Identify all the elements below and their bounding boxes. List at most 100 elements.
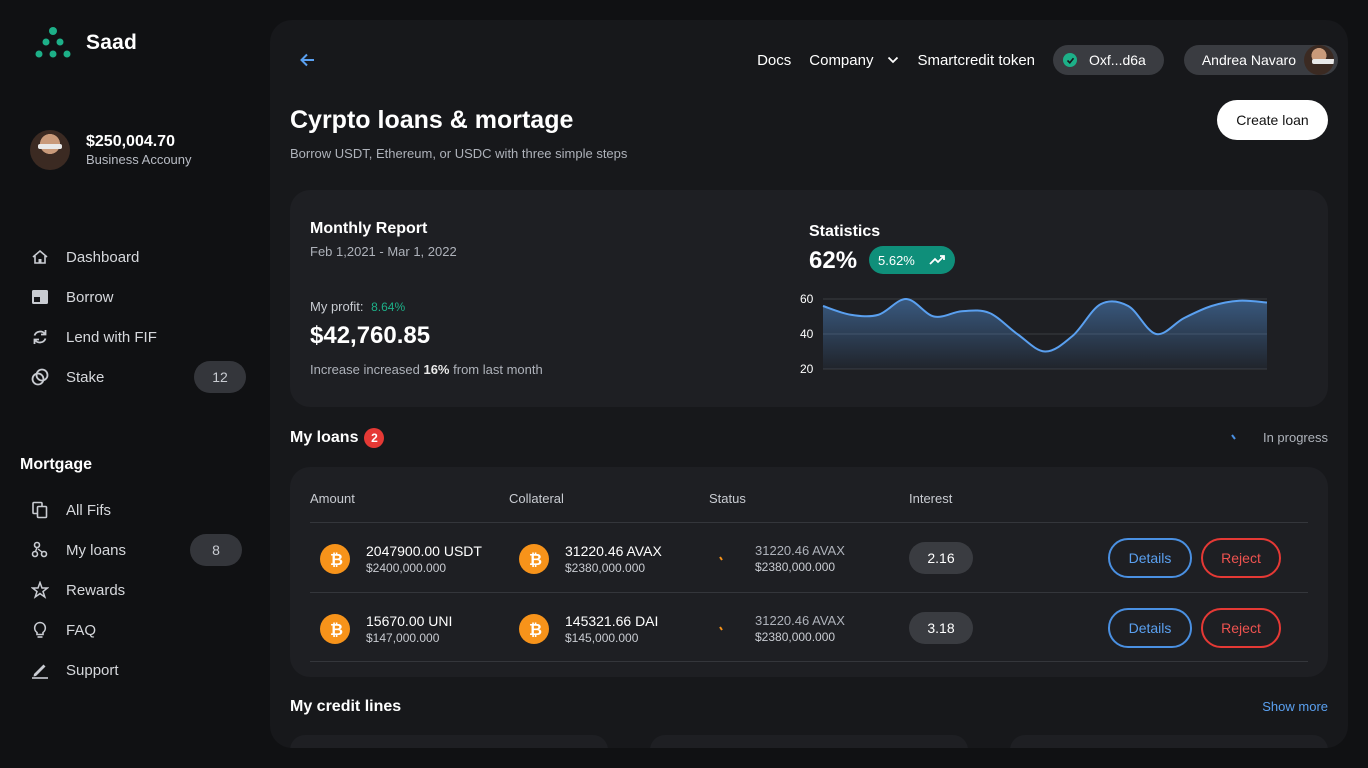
status-amount: 31220.46 AVAX [755,543,845,558]
interest-cell: 3.18 [909,612,973,644]
collateral-amount: 145321.66 DAI [565,613,659,629]
statistics-change-badge: 5.62% [869,246,955,274]
nav-item-support[interactable]: Support [20,650,242,690]
nav-item-rewards[interactable]: Rewards [20,570,242,610]
logo-icon [35,27,71,58]
loan-amount-usd: $2400,000.000 [366,561,447,575]
credit-lines-title: My credit lines [290,698,402,715]
svg-text:₿: ₿ [330,621,343,638]
bitcoin-icon: ₿ [320,614,350,644]
nav-item-label: Borrow [66,288,114,306]
mortgage-nav: All Fifs My loans 8 Rewards FAQ Support [20,490,242,690]
spinner-icon [719,625,723,631]
reject-button[interactable]: Reject [1201,608,1281,648]
statistics-chart: 60 40 20 [800,294,1268,376]
nav-item-label: All Fifs [66,501,111,519]
brand-logo[interactable]: Saad [34,26,137,60]
check-circle-icon [1063,53,1078,67]
refresh-icon [30,327,50,347]
svg-text:₿: ₿ [529,621,542,638]
company-menu[interactable]: Company [809,52,899,69]
page-subtitle: Borrow USDT, Ethereum, or USDC with thre… [290,146,628,161]
profit-percent: 8.64% [371,300,406,314]
copy-icon [30,500,50,520]
status-cell: 31220.46 AVAX $2380,000.000 [719,613,845,644]
report-title: Monthly Report [310,220,428,237]
credit-line-card[interactable] [650,735,968,748]
bitcoin-icon: ₿ [519,544,549,574]
progress-label: In progress [1262,430,1328,445]
bitcoin-icon: ₿ [519,614,549,644]
status-cell: 31220.46 AVAX $2380,000.000 [719,543,845,574]
column-header-amount: Amount [310,491,355,506]
loans-table: Amount Collateral Status Interest ₿ 2047… [290,467,1328,677]
collateral-usd: $145,000.000 [565,631,639,645]
count-badge: 8 [190,534,242,566]
statistics-title: Statistics [809,223,881,240]
details-button[interactable]: Details [1108,538,1192,578]
interest-value: 3.18 [909,612,973,644]
nav-item-label: Lend with FIF [66,328,157,346]
nav-item-label: My loans [66,541,127,559]
column-header-interest: Interest [909,491,953,506]
status-amount: 31220.46 AVAX [755,613,845,628]
chevron-down-icon [888,56,899,64]
credit-line-card[interactable] [1010,735,1328,748]
nav-item-my-loans[interactable]: My loans 8 [20,530,242,570]
collateral-amount: 31220.46 AVAX [565,543,662,559]
loans-count-badge: 2 [364,428,385,448]
user-avatar [1304,45,1334,75]
status-usd: $2380,000.000 [755,560,836,574]
interest-value: 2.16 [909,542,973,574]
nav-item-faq[interactable]: FAQ [20,610,242,650]
nav-item-lend[interactable]: Lend with FIF [20,317,246,357]
back-arrow-icon[interactable] [298,50,318,70]
details-button[interactable]: Details [1108,608,1192,648]
note-suffix: from last month [453,362,543,377]
nav-item-label: Rewards [66,581,126,599]
account-summary[interactable]: $250,004.70 Business Accouny [30,130,192,170]
wallet-icon [30,287,50,307]
column-header-collateral: Collateral [509,491,564,506]
brand-name: Saad [86,31,137,54]
nav-item-stake[interactable]: Stake 12 [20,357,246,397]
bulb-icon [30,620,50,640]
amount-cell: ₿ 2047900.00 USDT $2400,000.000 [320,543,482,575]
bitcoin-icon: ₿ [320,544,350,574]
create-loan-button[interactable]: Create loan [1217,100,1328,140]
status-usd: $2380,000.000 [755,630,836,644]
y-tick-label: 40 [800,327,814,341]
nav-item-dashboard[interactable]: Dashboard [20,237,246,277]
statistics-value: 62% [809,247,858,274]
main-nav: Dashboard Borrow Lend with FIF Stake 12 [20,237,246,397]
table-row: ₿ 2047900.00 USDT $2400,000.000 ₿ 31220.… [310,522,1308,592]
nav-item-label: Dashboard [66,248,140,266]
top-navigation: Docs Company Smartcredit token Oxf...d6a… [757,45,1338,75]
note-percent: 16% [423,362,450,377]
pen-icon [30,660,50,680]
table-row: ₿ 15670.00 UNI $147,000.000 ₿ 145321.66 … [310,592,1308,662]
profit-label: My profit: 8.64% [310,299,405,314]
account-type: Business Accouny [86,152,192,167]
note-prefix: Increase increased [310,362,420,377]
y-tick-label: 60 [800,294,814,306]
user-menu[interactable]: Andrea Navaro [1183,45,1338,75]
star-icon [30,580,50,600]
reject-button[interactable]: Reject [1201,538,1281,578]
smartcredit-token-link[interactable]: Smartcredit token [917,52,1035,69]
show-more-link[interactable]: Show more [1262,699,1328,714]
nav-item-label: Support [66,661,119,679]
nav-item-all-fifs[interactable]: All Fifs [20,490,242,530]
spinner-icon [719,555,723,561]
docs-link[interactable]: Docs [757,52,791,69]
svg-text:₿: ₿ [330,551,343,568]
network-icon [30,540,50,560]
collateral-cell: ₿ 31220.46 AVAX $2380,000.000 [519,543,662,575]
account-balance: $250,004.70 [86,133,175,150]
profit-amount: $42,760.85 [310,322,431,349]
nav-item-borrow[interactable]: Borrow [20,277,246,317]
statistics-change: 5.62% [878,252,915,268]
credit-line-card[interactable] [290,735,608,748]
wallet-address-button[interactable]: Oxf...d6a [1053,45,1164,75]
sidebar: Saad $250,004.70 Business Accouny Dashbo… [0,0,270,768]
